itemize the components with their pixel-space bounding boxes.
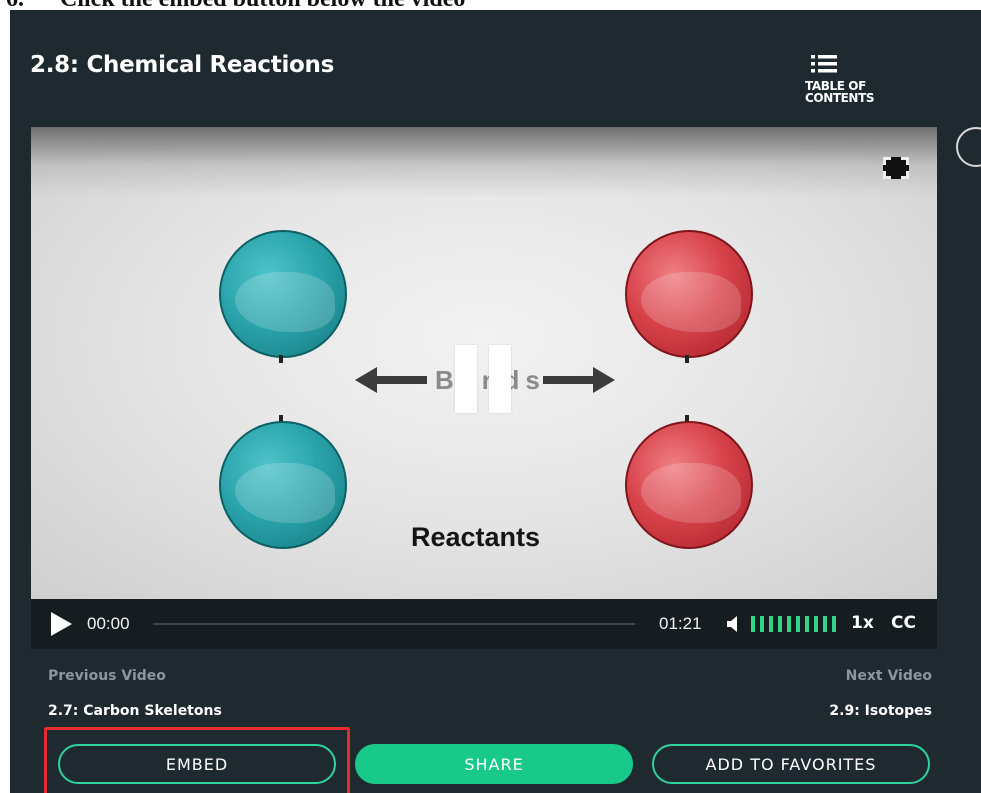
volume-icon[interactable] [727,616,741,632]
previous-video-link[interactable]: 2.7: Carbon Skeletons [48,703,222,719]
progress-bar[interactable] [153,623,635,625]
arrow-left-icon [355,367,427,393]
closed-captions-button[interactable]: CC [891,613,916,633]
video-player[interactable]: Bonds Reactants [31,127,937,599]
volume-level-bar [796,616,800,632]
volume-level-bar [805,616,809,632]
add-to-favorites-button[interactable]: ADD TO FAVORITES [652,744,930,784]
next-video-link[interactable]: 2.9: Isotopes [829,703,932,719]
red-atom-top [625,230,753,358]
previous-video-label: Previous Video [48,668,166,684]
pause-overlay-bar[interactable] [455,345,477,413]
pause-overlay-bar[interactable] [489,345,511,413]
table-of-contents-label: TABLE OF CONTENTS [805,79,875,105]
teal-atom-top [219,230,347,358]
bond-stub [685,355,689,363]
page-title: 2.8: Chemical Reactions [30,52,335,78]
volume-level-bar [832,616,836,632]
volume-level-bar [823,616,827,632]
volume-level-bar [751,616,755,632]
volume-level-bar [814,616,818,632]
current-time: 00:00 [87,614,130,633]
red-atom-bottom [625,421,753,549]
table-of-contents-button[interactable]: TABLE OF CONTENTS [805,54,885,114]
playback-speed-button[interactable]: 1x [851,613,874,633]
arrow-right-icon [543,367,615,393]
volume-level-bar [778,616,782,632]
volume-level-bar [787,616,791,632]
list-icon [811,55,837,73]
teal-atom-bottom [219,421,347,549]
duration: 01:21 [659,614,702,633]
share-button[interactable]: SHARE [355,744,633,784]
video-caption: Reactants [411,522,541,552]
bond-stub [279,355,283,363]
next-video-label: Next Video [845,668,932,684]
volume-slider[interactable] [751,616,843,632]
volume-level-bar [769,616,773,632]
play-icon[interactable] [49,611,73,637]
volume-level-bar [760,616,764,632]
video-controls: 00:00 01:21 1x CC [31,599,937,649]
fullscreen-icon[interactable] [881,155,911,181]
embed-highlight-box [44,727,350,793]
